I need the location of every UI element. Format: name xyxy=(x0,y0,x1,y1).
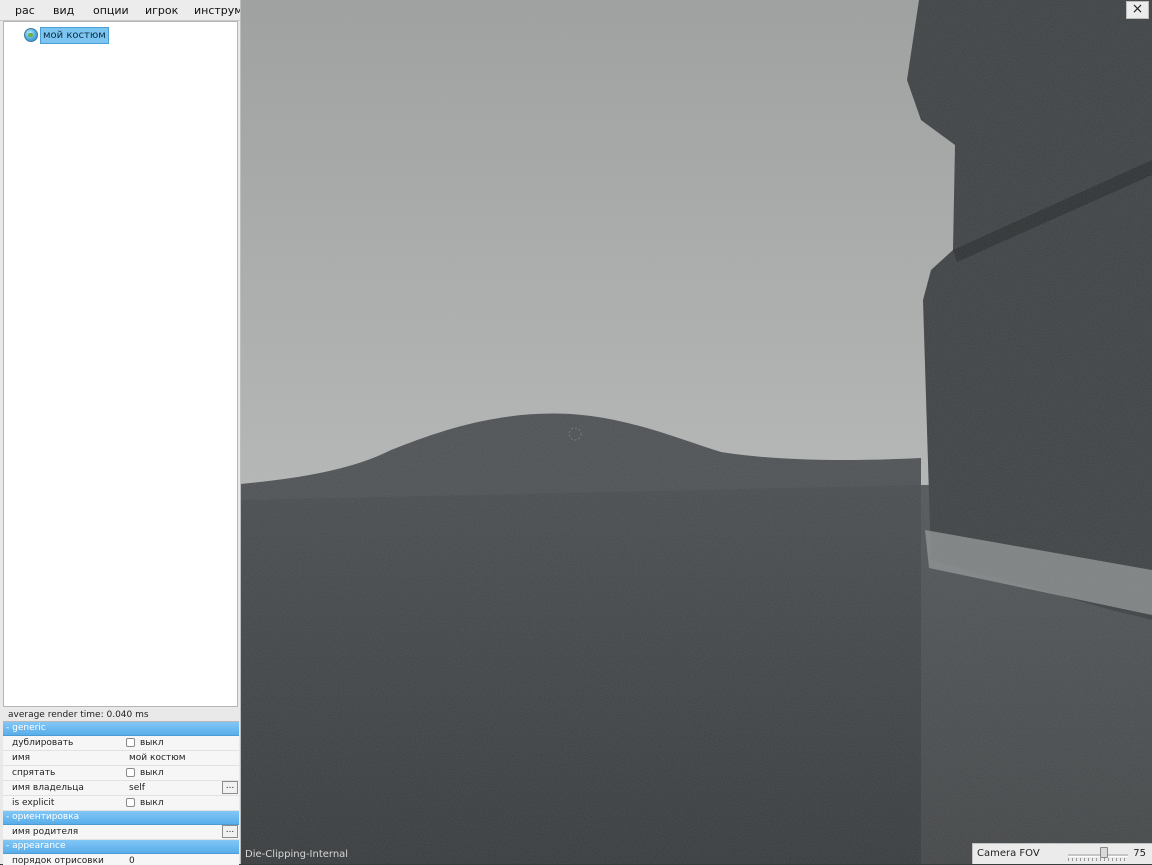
editor-panel: рас вид опции игрок инструме мой костюм … xyxy=(0,0,241,865)
menu-bar: рас вид опции игрок инструме xyxy=(0,0,240,21)
tree-node-label[interactable]: мой костюм xyxy=(40,26,109,44)
scene-render xyxy=(241,0,1152,864)
prop-row-hide: спрятать выкл xyxy=(3,766,239,781)
property-grid: - generic дублировать выкл имя мой костю… xyxy=(3,721,239,865)
fov-value: 75 xyxy=(1133,848,1146,859)
fov-label: Camera FOV xyxy=(977,848,1040,859)
menu-item-tools[interactable]: инструме xyxy=(194,4,240,17)
explicit-checkbox[interactable] xyxy=(126,798,135,807)
prop-label: дублировать xyxy=(12,738,74,748)
prop-row-name: имя мой костюм xyxy=(3,751,239,766)
menu-item-player[interactable]: игрок xyxy=(145,4,178,17)
section-header-appearance[interactable]: - appearance xyxy=(3,840,239,854)
render-time-status: average render time: 0.040 ms xyxy=(8,710,149,720)
prop-row-owner: имя владельца self ... xyxy=(3,781,239,796)
prop-label: имя xyxy=(12,753,31,763)
prop-label: спрятать xyxy=(12,768,56,778)
globe-icon xyxy=(24,28,38,42)
parent-browse-button[interactable]: ... xyxy=(222,825,238,838)
owner-browse-button[interactable]: ... xyxy=(222,781,238,794)
viewport-label: Die-Clipping-Internal xyxy=(245,849,349,860)
duplicate-checkbox[interactable] xyxy=(126,738,135,747)
fov-slider-ticks xyxy=(1068,858,1128,861)
prop-label: имя родителя xyxy=(12,827,79,837)
prop-value: выкл xyxy=(140,798,164,808)
name-field[interactable]: мой костюм xyxy=(129,751,186,765)
prop-value: выкл xyxy=(140,738,164,748)
camera-fov-panel: Camera FOV 75 xyxy=(972,843,1152,864)
3d-viewport[interactable]: × Die-Clipping-Internal Camera FOV 75 xyxy=(241,0,1152,864)
prop-value: выкл xyxy=(140,768,164,778)
prop-label: порядок отрисовки xyxy=(12,856,104,865)
prop-row-explicit: is explicit выкл xyxy=(3,796,239,811)
menu-item-view[interactable]: вид xyxy=(53,4,74,17)
prop-row-parent: имя родителя ... xyxy=(3,825,239,840)
section-header-orientation[interactable]: - ориентировка xyxy=(3,811,239,825)
close-button[interactable]: × xyxy=(1126,1,1149,19)
hide-checkbox[interactable] xyxy=(126,768,135,777)
menu-item-options[interactable]: опции xyxy=(93,4,129,17)
scene-tree[interactable]: мой костюм xyxy=(3,21,238,707)
fov-slider-thumb[interactable] xyxy=(1100,847,1108,858)
tree-node-costume[interactable]: мой костюм xyxy=(24,26,109,44)
prop-row-draw-order: порядок отрисовки 0 xyxy=(3,854,239,865)
prop-row-duplicate: дублировать выкл xyxy=(3,736,239,751)
menu-item-file[interactable]: рас xyxy=(15,4,35,17)
prop-label: is explicit xyxy=(12,798,55,808)
prop-label: имя владельца xyxy=(12,783,84,793)
fov-slider-track[interactable] xyxy=(1068,854,1128,857)
draw-order-field[interactable]: 0 xyxy=(129,854,135,865)
owner-field[interactable]: self xyxy=(129,781,145,795)
section-header-generic[interactable]: - generic xyxy=(3,722,239,736)
noise-overlay xyxy=(241,0,1152,864)
